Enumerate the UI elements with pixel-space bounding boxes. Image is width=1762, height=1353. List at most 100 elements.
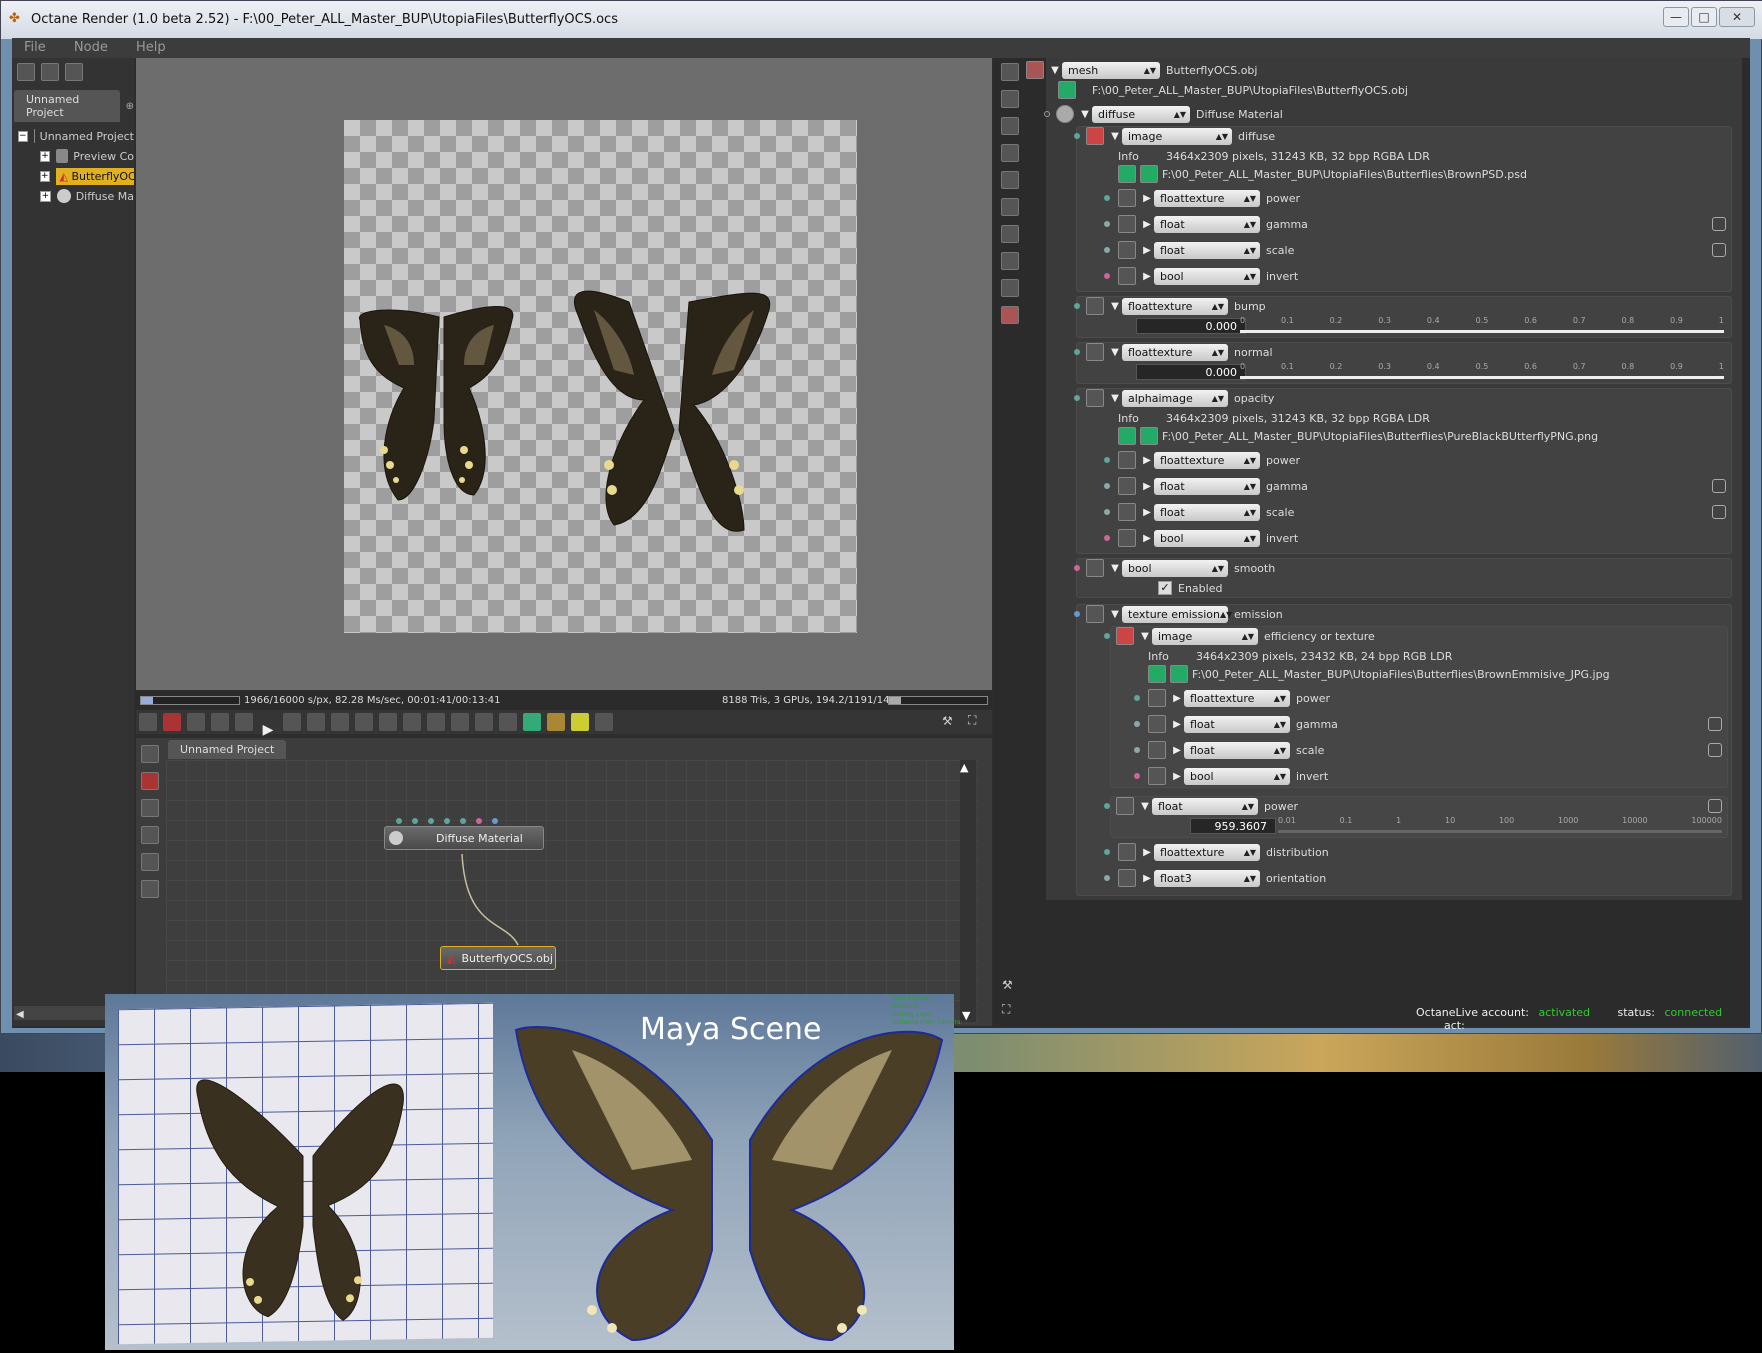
param-type-select[interactable]: floattexture ▲▼	[1154, 189, 1260, 207]
expand-arrow-icon[interactable]: ▶	[1140, 481, 1154, 492]
emission-type-select[interactable]: texture emission ▲▼	[1122, 605, 1232, 623]
expand-arrow-icon[interactable]: ▶	[1140, 873, 1154, 884]
load-file-icon[interactable]	[1118, 427, 1136, 445]
tool-icon[interactable]	[403, 713, 421, 731]
fullscreen-icon[interactable]: ⛶	[1002, 1002, 1010, 1017]
collapse-arrow-icon[interactable]: ▼	[1108, 563, 1122, 574]
close-button[interactable]: ✕	[1719, 7, 1755, 27]
checkbox-check-icon[interactable]: ✓	[1158, 581, 1172, 595]
minimize-button[interactable]: —	[1663, 7, 1689, 27]
pin-icon[interactable]: ⊕	[126, 101, 134, 112]
outliner-tool-icon[interactable]	[65, 63, 83, 81]
inspector-tool-icon[interactable]	[1001, 144, 1019, 162]
expand-arrow-icon[interactable]: ▶	[1170, 719, 1184, 730]
texture-type-select[interactable]: image ▲▼	[1122, 127, 1232, 145]
inspector-tool-icon[interactable]	[1001, 198, 1019, 216]
scroll-down-icon[interactable]: ▼	[962, 1009, 970, 1022]
expand-arrow-icon[interactable]: ▶	[1140, 847, 1154, 858]
reload-icon[interactable]	[1170, 665, 1188, 683]
power-slider[interactable]: 0.01 0.1 1 10 100 1000 10000 100000	[1278, 816, 1722, 840]
scroll-up-icon[interactable]: ▲	[960, 761, 968, 774]
tree-item-preview[interactable]: + Preview Co	[18, 146, 134, 166]
param-type-select[interactable]: floattexture ▲▼	[1154, 451, 1260, 469]
input-pin[interactable]	[460, 818, 466, 824]
bump-slider[interactable]: 0 0.1 0.2 0.3 0.4 0.5 0.6 0.7 0.8 0.9 1	[1240, 316, 1724, 340]
rewind-icon[interactable]	[211, 713, 229, 731]
tool-icon[interactable]	[307, 713, 325, 731]
row-smooth[interactable]: ▼ bool ▲▼ smooth	[1074, 558, 1275, 578]
collapse-arrow-icon[interactable]: ▼	[1108, 301, 1122, 312]
maximize-button[interactable]: □	[1691, 7, 1717, 27]
tree-item-material[interactable]: + Diffuse Ma	[18, 186, 134, 206]
expand-icon[interactable]: +	[40, 190, 51, 202]
alpha-icon[interactable]	[475, 713, 493, 731]
param-invert[interactable]: ▶ bool ▲▼ invert	[1104, 528, 1730, 548]
row-emission-power[interactable]: ▼ float ▲▼ power	[1104, 796, 1726, 816]
param-scale[interactable]: ▶ float ▲▼ scale	[1104, 240, 1730, 260]
outliner-tool-icon[interactable]	[17, 63, 35, 81]
row-mesh[interactable]: ▼ mesh ▲▼ ButterflyOCS.obj	[1026, 60, 1257, 80]
expand-arrow-icon[interactable]: ▶	[1140, 507, 1154, 518]
power-type-select[interactable]: float ▲▼	[1152, 797, 1258, 815]
tool-icon[interactable]	[427, 713, 445, 731]
inspector-tool-icon[interactable]	[1001, 279, 1019, 297]
expand-arrow-icon[interactable]: ▶	[1170, 771, 1184, 782]
param-type-select[interactable]: bool ▲▼	[1184, 767, 1290, 785]
param-invert[interactable]: ▶ bool ▲▼ invert	[1104, 266, 1730, 286]
wrench-icon[interactable]: ⚒	[1002, 978, 1013, 992]
graph-tool-icon[interactable]	[141, 745, 159, 763]
input-pin[interactable]	[428, 818, 434, 824]
row-emission[interactable]: ▼ texture emission ▲▼ emission	[1074, 604, 1283, 624]
param-type-select[interactable]: float ▲▼	[1154, 241, 1260, 259]
param-type-select[interactable]: float ▲▼	[1154, 477, 1260, 495]
param-type-select[interactable]: bool ▲▼	[1154, 267, 1260, 285]
graph-tool-icon[interactable]	[141, 826, 159, 844]
load-file-icon[interactable]	[1118, 165, 1136, 183]
normal-type-select[interactable]: floattexture ▲▼	[1122, 343, 1228, 361]
distribution-type-select[interactable]: floattexture ▲▼	[1154, 843, 1260, 861]
import-icon[interactable]	[523, 713, 541, 731]
param-power[interactable]: ▶ floattexture ▲▼ power	[1134, 688, 1726, 708]
outliner-tool-icon[interactable]	[41, 63, 59, 81]
opacity-type-select[interactable]: alphaimage ▲▼	[1122, 389, 1228, 407]
expand-icon[interactable]: +	[40, 150, 50, 162]
restart-icon[interactable]	[187, 713, 205, 731]
tool-icon[interactable]	[355, 713, 373, 731]
param-power[interactable]: ▶ floattexture ▲▼ power	[1104, 450, 1730, 470]
input-pin[interactable]	[412, 818, 418, 824]
inspector-tool-icon[interactable]	[1001, 306, 1019, 324]
curve-icon[interactable]	[1712, 243, 1726, 257]
node-diffuse-material[interactable]: Diffuse Material	[384, 826, 544, 850]
slider-track[interactable]	[1240, 376, 1724, 379]
param-gamma[interactable]: ▶ float ▲▼ gamma	[1104, 214, 1730, 234]
region-icon[interactable]	[451, 713, 469, 731]
collapse-arrow-icon[interactable]: ▼	[1078, 109, 1092, 120]
param-type-select[interactable]: float ▲▼	[1154, 503, 1260, 521]
expand-arrow-icon[interactable]: ▶	[1140, 219, 1154, 230]
row-opacity[interactable]: ▼ alphaimage ▲▼ opacity	[1074, 388, 1274, 408]
inspector-tool-icon[interactable]	[1001, 117, 1019, 135]
row-diffuse-image[interactable]: ▼ image ▲▼ diffuse	[1074, 126, 1275, 146]
sun-icon[interactable]	[571, 713, 589, 731]
param-type-select[interactable]: float ▲▼	[1184, 715, 1290, 733]
param-scale[interactable]: ▶ float ▲▼ scale	[1104, 502, 1730, 522]
collapse-arrow-icon[interactable]: ▼	[1138, 631, 1152, 642]
smooth-type-select[interactable]: bool ▲▼	[1122, 559, 1228, 577]
input-pin[interactable]	[492, 818, 498, 824]
curve-icon[interactable]	[1708, 743, 1722, 757]
collapse-arrow-icon[interactable]: ▼	[1048, 65, 1062, 76]
curve-icon[interactable]	[1712, 217, 1726, 231]
menu-help[interactable]: Help	[124, 38, 178, 57]
curve-icon[interactable]	[1712, 479, 1726, 493]
row-normal[interactable]: ▼ floattexture ▲▼ normal	[1074, 342, 1273, 362]
inspector-tool-icon[interactable]	[1001, 63, 1019, 81]
curve-icon[interactable]	[1708, 717, 1722, 731]
smooth-checkbox[interactable]: ✓ Enabled	[1158, 578, 1222, 598]
material-type-select[interactable]: diffuse ▲▼	[1092, 105, 1190, 123]
collapse-arrow-icon[interactable]: ▼	[1108, 131, 1122, 142]
expand-icon[interactable]: +	[40, 170, 50, 182]
normal-value-field[interactable]: 0.000	[1136, 364, 1246, 380]
af-icon[interactable]	[331, 713, 349, 731]
pause-icon[interactable]	[235, 713, 253, 731]
bump-type-select[interactable]: floattexture ▲▼	[1122, 297, 1228, 315]
